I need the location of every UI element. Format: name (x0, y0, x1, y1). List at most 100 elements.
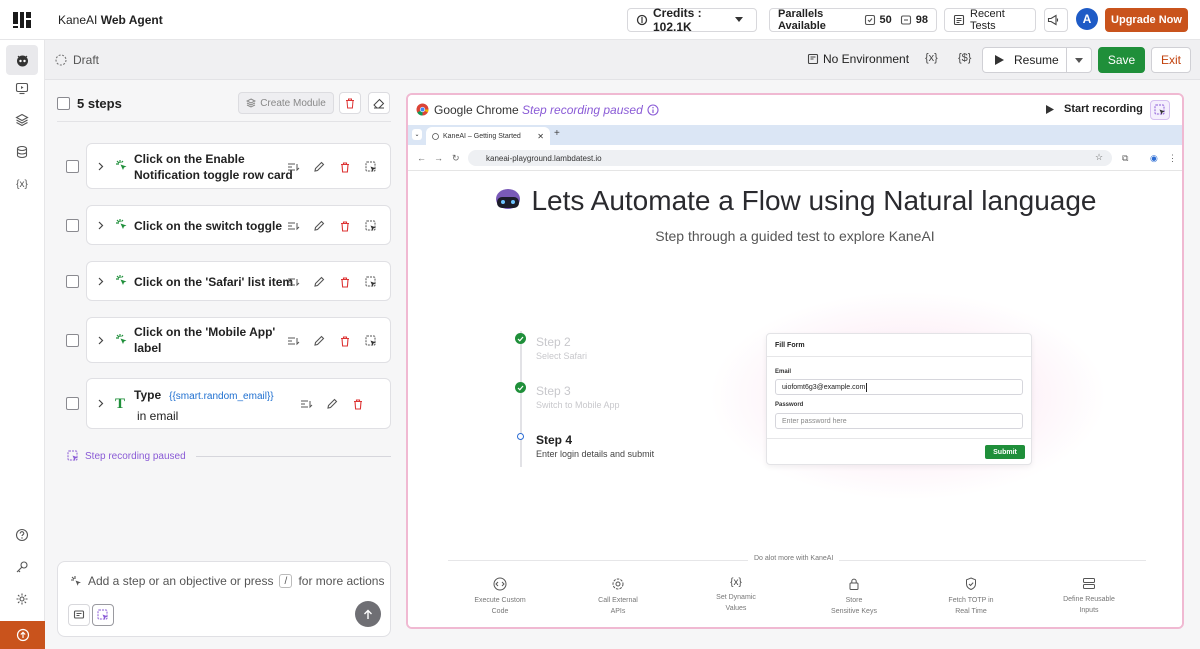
forward-icon[interactable]: → (434, 153, 443, 163)
feature-item[interactable]: Call External APIs (578, 577, 658, 617)
upgrade-now-button[interactable]: Upgrade Now (1105, 8, 1188, 32)
announcements-button[interactable] (1044, 8, 1068, 32)
step-checkbox[interactable] (66, 334, 79, 347)
start-recording-button[interactable]: Start recording (1046, 103, 1143, 115)
sidebar-item-variables[interactable]: {x} (11, 173, 33, 195)
avatar[interactable]: A (1076, 8, 1098, 30)
feature-item[interactable]: Store Sensitive Keys (814, 577, 894, 617)
sidebar-item-agent[interactable] (6, 45, 38, 75)
sidebar-collapse-button[interactable] (0, 621, 45, 649)
reload-icon[interactable]: ↻ (452, 153, 460, 164)
url-field[interactable]: kaneai-playground.lambdatest.io (468, 150, 1112, 166)
environment-icon (807, 53, 823, 65)
exit-button[interactable]: Exit (1151, 47, 1191, 73)
step-composer[interactable]: Add a step or an objective or press / fo… (57, 561, 391, 637)
chevron-right-icon[interactable] (98, 336, 104, 345)
submit-button[interactable]: Submit (985, 445, 1025, 459)
wait-icon[interactable] (285, 274, 301, 290)
clear-steps-button[interactable] (368, 92, 390, 114)
wait-icon[interactable] (285, 218, 301, 234)
profile-icon[interactable]: ◉ (1150, 153, 1158, 164)
chat-mode-button[interactable] (68, 604, 90, 626)
wait-icon[interactable] (298, 396, 314, 412)
record-mode-button[interactable] (92, 604, 114, 626)
feature-item[interactable]: Fetch TOTP in Real Time (931, 577, 1011, 617)
record-from-here-icon[interactable] (363, 218, 379, 234)
record-from-here-icon[interactable] (363, 159, 379, 175)
sidebar-item-recordings[interactable] (11, 77, 33, 99)
step-checkbox[interactable] (66, 219, 79, 232)
send-button[interactable] (355, 601, 381, 627)
trash-icon[interactable] (337, 159, 353, 175)
check-circle-icon (515, 382, 526, 393)
element-picker-button[interactable] (1150, 100, 1170, 120)
edit-icon[interactable] (324, 396, 340, 412)
wait-icon[interactable] (285, 159, 301, 175)
smart-variable-token[interactable]: {{smart.random_email}} (169, 391, 274, 402)
recent-tests-button[interactable]: Recent Tests (944, 8, 1036, 32)
wait-icon[interactable] (285, 333, 301, 349)
feature-item[interactable]: Execute Custom Code (460, 577, 540, 617)
steps-count-title: 5 steps (77, 96, 122, 111)
trash-icon[interactable] (350, 396, 366, 412)
resume-dropdown-button[interactable] (1067, 57, 1091, 63)
new-tab-icon[interactable]: + (554, 128, 560, 139)
save-button[interactable]: Save (1098, 47, 1145, 73)
sidebar-item-settings[interactable] (11, 588, 33, 610)
kaneai-logo-icon[interactable] (11, 9, 33, 31)
email-field[interactable]: uiofomt6g3@example.com (775, 379, 1023, 395)
browser-panel: Google Chrome Step recording paused Star… (406, 93, 1184, 629)
step-card[interactable]: Click on the switch toggle (86, 205, 391, 245)
credits-button[interactable]: Credits : 102.1K (627, 6, 757, 34)
composer-placeholder: Add a step or an objective or press (88, 574, 274, 588)
feature-item[interactable]: {x} Set Dynamic Values (696, 577, 776, 614)
edit-icon[interactable] (311, 159, 327, 175)
edit-icon[interactable] (311, 274, 327, 290)
composer-input[interactable]: Add a step or an objective or press / fo… (70, 574, 384, 588)
sidebar-item-help[interactable] (11, 524, 33, 546)
secrets-button[interactable]: {$} (958, 52, 971, 64)
sidebar-item-keys[interactable] (11, 556, 33, 578)
edit-icon[interactable] (311, 333, 327, 349)
parallels-indicator[interactable]: Parallels Available 50 98 (769, 8, 937, 32)
password-field[interactable]: Enter password here (775, 413, 1023, 429)
star-icon[interactable]: ☆ (1095, 152, 1103, 163)
step-card[interactable]: Click on the Enable Notification toggle r… (86, 143, 391, 189)
feature-item[interactable]: Define Reusable Inputs (1049, 577, 1129, 616)
step-card[interactable]: Click on the 'Safari' list item (86, 261, 391, 301)
trash-icon[interactable] (337, 218, 353, 234)
chevron-right-icon[interactable] (98, 277, 104, 286)
chevron-right-icon[interactable] (98, 221, 104, 230)
info-icon[interactable] (643, 104, 659, 116)
sidebar-item-database[interactable] (11, 141, 33, 163)
environment-selector[interactable]: No Environment (807, 52, 909, 66)
edit-icon[interactable] (311, 218, 327, 234)
variables-button[interactable]: {x} (925, 52, 938, 64)
variable-icon: {x} (16, 178, 28, 190)
select-all-checkbox[interactable] (57, 97, 70, 110)
trash-icon[interactable] (337, 274, 353, 290)
sidebar-item-modules[interactable] (11, 109, 33, 131)
step-checkbox[interactable] (66, 275, 79, 288)
browser-tab[interactable]: KaneAI – Getting Started ✕ (426, 127, 550, 145)
step-card[interactable]: T Type {{smart.random_email}} in email (86, 378, 391, 429)
chevron-right-icon[interactable] (98, 162, 104, 171)
slash-key-hint: / (279, 574, 293, 588)
record-from-here-icon[interactable] (363, 333, 379, 349)
extensions-icon[interactable]: ⧉ (1122, 153, 1128, 164)
message-icon (73, 609, 85, 621)
step-card[interactable]: Click on the 'Mobile App' label (86, 317, 391, 363)
step-item: Click on the Enable Notification toggle r… (57, 143, 391, 189)
step-checkbox[interactable] (66, 397, 79, 410)
more-icon[interactable]: ⋮ (1168, 153, 1177, 164)
step-checkbox[interactable] (66, 160, 79, 173)
tab-search-icon[interactable]: ⌄ (412, 129, 422, 140)
back-icon[interactable]: ← (417, 153, 426, 163)
chevron-right-icon[interactable] (98, 399, 104, 408)
delete-steps-button[interactable] (339, 92, 361, 114)
create-module-button[interactable]: Create Module (238, 92, 334, 114)
record-from-here-icon[interactable] (363, 274, 379, 290)
close-icon[interactable]: ✕ (537, 132, 544, 141)
trash-icon[interactable] (337, 333, 353, 349)
resume-button[interactable]: Resume (983, 48, 1067, 72)
